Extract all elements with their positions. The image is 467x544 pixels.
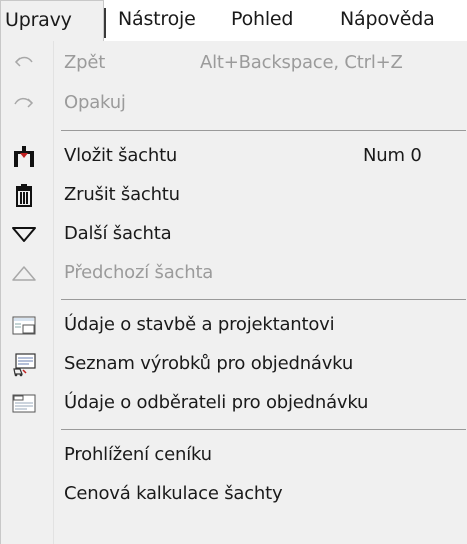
- insert-shaft-icon: [11, 143, 37, 169]
- menu-item-previous-shaft[interactable]: Předchozí šachta: [1, 253, 467, 293]
- redo-icon: [11, 90, 37, 116]
- triangle-down-icon: [11, 221, 37, 247]
- menu-item-shortcut: Alt+Backspace, Ctrl+Z: [200, 52, 403, 73]
- building-form-icon: [11, 312, 37, 338]
- menubar-separator: [104, 8, 106, 38]
- menu-item-label: Předchozí šachta: [64, 262, 214, 283]
- menu-item-label: Zpět: [64, 52, 106, 73]
- menu-item-label: Prohlížení ceníku: [64, 444, 212, 465]
- menu-item-label: Zrušit šachtu: [64, 184, 180, 205]
- menu-item-next-shaft[interactable]: Další šachta: [1, 214, 467, 254]
- product-list-icon: [11, 351, 37, 377]
- menu-separator: [61, 429, 466, 430]
- upravy-dropdown-menu: Zpět Alt+Backspace, Ctrl+Z Opakuj Vložit…: [0, 41, 467, 544]
- menu-separator: [61, 130, 466, 131]
- menu-pohled[interactable]: Pohled: [231, 0, 293, 42]
- menu-separator: [61, 299, 466, 300]
- menu-item-customer-info[interactable]: Údaje o odběrateli pro objednávku: [1, 383, 467, 423]
- menu-item-product-list[interactable]: Seznam výrobků pro objednávku: [1, 344, 467, 384]
- menu-item-label: Údaje o odběrateli pro objednávku: [64, 392, 369, 413]
- menu-item-label: Údaje o stavbě a projektantovi: [64, 314, 335, 335]
- triangle-up-icon: [11, 260, 37, 286]
- menu-item-redo[interactable]: Opakuj: [1, 83, 467, 123]
- menu-item-insert-shaft[interactable]: Vložit šachtu Num 0: [1, 136, 467, 176]
- menu-item-label: Cenová kalkulace šachty: [64, 483, 283, 504]
- menu-item-shortcut: Num 0: [363, 145, 422, 166]
- menu-item-label: Vložit šachtu: [64, 145, 178, 166]
- menu-item-price-list[interactable]: Prohlížení ceníku: [1, 435, 467, 475]
- menu-item-shaft-price-calculation[interactable]: Cenová kalkulace šachty: [1, 474, 467, 514]
- menu-item-label: Opakuj: [64, 92, 126, 113]
- menu-item-label: Seznam výrobků pro objednávku: [64, 353, 354, 374]
- menu-item-delete-shaft[interactable]: Zrušit šachtu: [1, 175, 467, 215]
- menu-bar: Upravy Nástroje Pohled Nápověda: [0, 0, 467, 42]
- customer-form-icon: [11, 390, 37, 416]
- menu-item-label: Další šachta: [64, 223, 172, 244]
- menu-napoveda[interactable]: Nápověda: [340, 0, 435, 42]
- trash-icon: [11, 182, 37, 208]
- menu-item-building-designer-info[interactable]: Údaje o stavbě a projektantovi: [1, 305, 467, 345]
- app-window: Upravy Nástroje Pohled Nápověda Zpět Alt…: [0, 0, 467, 544]
- menu-nastroje[interactable]: Nástroje: [118, 0, 196, 42]
- menu-item-undo[interactable]: Zpět Alt+Backspace, Ctrl+Z: [1, 43, 467, 83]
- menu-upravy[interactable]: Upravy: [0, 0, 104, 42]
- undo-icon: [11, 50, 37, 76]
